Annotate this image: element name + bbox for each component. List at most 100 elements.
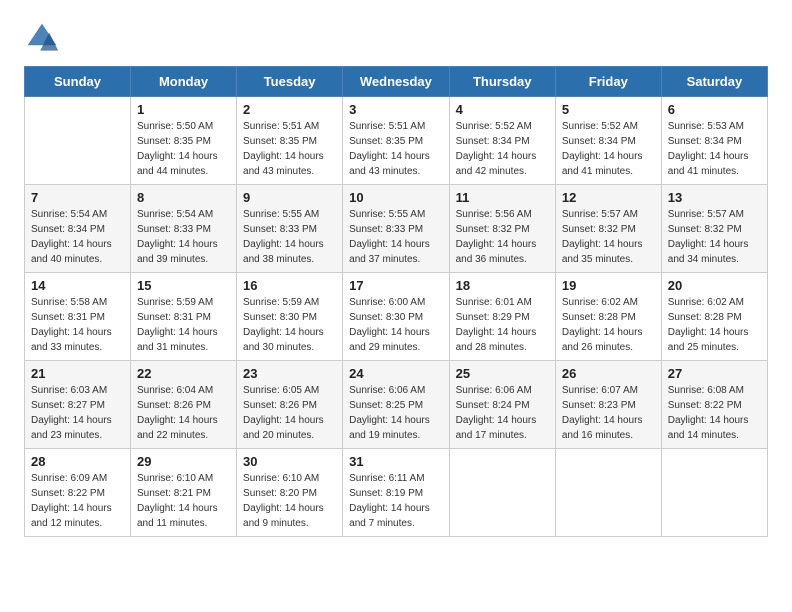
day-cell: 7Sunrise: 5:54 AM Sunset: 8:34 PM Daylig… [25,185,131,273]
day-number: 19 [562,278,655,293]
day-number: 29 [137,454,230,469]
day-info: Sunrise: 6:03 AM Sunset: 8:27 PM Dayligh… [31,383,124,443]
day-number: 2 [243,102,336,117]
day-cell: 6Sunrise: 5:53 AM Sunset: 8:34 PM Daylig… [661,97,767,185]
day-number: 21 [31,366,124,381]
day-cell: 11Sunrise: 5:56 AM Sunset: 8:32 PM Dayli… [449,185,555,273]
weekday-tuesday: Tuesday [237,67,343,97]
day-info: Sunrise: 6:06 AM Sunset: 8:24 PM Dayligh… [456,383,549,443]
day-number: 20 [668,278,761,293]
week-row-5: 28 Sunrise: 6:09 AM Sunset: 8:22 PM Dayli… [25,449,768,537]
day-info: Sunrise: 6:02 AM Sunset: 8:28 PM Dayligh… [668,295,761,355]
day-number: 23 [243,366,336,381]
day-number: 8 [137,190,230,205]
day-cell: 1 Sunrise: 5:50 AM Sunset: 8:35 PM Daylig… [131,97,237,185]
weekday-friday: Friday [555,67,661,97]
day-cell: 10 Sunrise: 5:55 AM Sunset: 8:33 PM Dayli… [343,185,449,273]
day-info: Sunrise: 5:59 AM Sunset: 8:30 PM Dayligh… [243,295,336,355]
day-info: Sunrise: 5:55 AM Sunset: 8:33 PM Dayligh… [243,207,336,267]
day-number: 27 [668,366,761,381]
day-number: 24 [349,366,442,381]
day-number: 14 [31,278,124,293]
day-number: 28 [31,454,124,469]
day-info: Sunrise: 5:55 AM Sunset: 8:33 PM Dayligh… [349,207,442,267]
day-number: 11 [456,190,549,205]
day-cell [25,97,131,185]
day-number: 4 [456,102,549,117]
header [24,20,768,56]
calendar: SundayMondayTuesdayWednesdayThursdayFrid… [24,66,768,537]
weekday-saturday: Saturday [661,67,767,97]
day-info: Sunrise: 6:08 AM Sunset: 8:22 PM Dayligh… [668,383,761,443]
logo [24,20,66,56]
day-number: 16 [243,278,336,293]
day-number: 5 [562,102,655,117]
day-cell: 17 Sunrise: 6:00 AM Sunset: 8:30 PM Dayli… [343,273,449,361]
day-cell: 5Sunrise: 5:52 AM Sunset: 8:34 PM Daylig… [555,97,661,185]
day-info: Sunrise: 5:57 AM Sunset: 8:32 PM Dayligh… [562,207,655,267]
day-info: Sunrise: 5:57 AM Sunset: 8:32 PM Dayligh… [668,207,761,267]
day-cell: 4 Sunrise: 5:52 AM Sunset: 8:34 PM Daylig… [449,97,555,185]
day-cell: 28 Sunrise: 6:09 AM Sunset: 8:22 PM Dayli… [25,449,131,537]
week-row-2: 7Sunrise: 5:54 AM Sunset: 8:34 PM Daylig… [25,185,768,273]
day-info: Sunrise: 5:50 AM Sunset: 8:35 PM Dayligh… [137,119,230,179]
day-info: Sunrise: 5:51 AM Sunset: 8:35 PM Dayligh… [349,119,442,179]
weekday-sunday: Sunday [25,67,131,97]
day-number: 1 [137,102,230,117]
day-number: 17 [349,278,442,293]
day-cell: 22Sunrise: 6:04 AM Sunset: 8:26 PM Dayli… [131,361,237,449]
day-info: Sunrise: 6:01 AM Sunset: 8:29 PM Dayligh… [456,295,549,355]
calendar-body: 1 Sunrise: 5:50 AM Sunset: 8:35 PM Daylig… [25,97,768,537]
day-cell: 2 Sunrise: 5:51 AM Sunset: 8:35 PM Daylig… [237,97,343,185]
day-cell: 31Sunrise: 6:11 AM Sunset: 8:19 PM Dayli… [343,449,449,537]
day-cell: 30Sunrise: 6:10 AM Sunset: 8:20 PM Dayli… [237,449,343,537]
day-cell: 29 Sunrise: 6:10 AM Sunset: 8:21 PM Dayli… [131,449,237,537]
day-cell: 24 Sunrise: 6:06 AM Sunset: 8:25 PM Dayli… [343,361,449,449]
day-cell: 19 Sunrise: 6:02 AM Sunset: 8:28 PM Dayli… [555,273,661,361]
day-info: Sunrise: 6:07 AM Sunset: 8:23 PM Dayligh… [562,383,655,443]
day-cell: 9Sunrise: 5:55 AM Sunset: 8:33 PM Daylig… [237,185,343,273]
logo-icon [24,20,60,56]
weekday-thursday: Thursday [449,67,555,97]
day-number: 13 [668,190,761,205]
day-info: Sunrise: 6:09 AM Sunset: 8:22 PM Dayligh… [31,471,124,531]
weekday-monday: Monday [131,67,237,97]
day-cell: 13 Sunrise: 5:57 AM Sunset: 8:32 PM Dayli… [661,185,767,273]
day-cell: 16 Sunrise: 5:59 AM Sunset: 8:30 PM Dayli… [237,273,343,361]
day-info: Sunrise: 5:51 AM Sunset: 8:35 PM Dayligh… [243,119,336,179]
day-number: 10 [349,190,442,205]
day-info: Sunrise: 5:59 AM Sunset: 8:31 PM Dayligh… [137,295,230,355]
day-number: 15 [137,278,230,293]
day-cell: 8Sunrise: 5:54 AM Sunset: 8:33 PM Daylig… [131,185,237,273]
day-cell: 27 Sunrise: 6:08 AM Sunset: 8:22 PM Dayli… [661,361,767,449]
day-info: Sunrise: 6:02 AM Sunset: 8:28 PM Dayligh… [562,295,655,355]
day-info: Sunrise: 5:52 AM Sunset: 8:34 PM Dayligh… [456,119,549,179]
day-cell [661,449,767,537]
weekday-wednesday: Wednesday [343,67,449,97]
day-info: Sunrise: 6:10 AM Sunset: 8:21 PM Dayligh… [137,471,230,531]
weekday-header: SundayMondayTuesdayWednesdayThursdayFrid… [25,67,768,97]
day-number: 6 [668,102,761,117]
week-row-3: 14Sunrise: 5:58 AM Sunset: 8:31 PM Dayli… [25,273,768,361]
day-cell: 26 Sunrise: 6:07 AM Sunset: 8:23 PM Dayli… [555,361,661,449]
day-cell: 3Sunrise: 5:51 AM Sunset: 8:35 PM Daylig… [343,97,449,185]
day-cell: 15 Sunrise: 5:59 AM Sunset: 8:31 PM Dayli… [131,273,237,361]
day-info: Sunrise: 6:00 AM Sunset: 8:30 PM Dayligh… [349,295,442,355]
day-cell: 12 Sunrise: 5:57 AM Sunset: 8:32 PM Dayli… [555,185,661,273]
day-number: 25 [456,366,549,381]
day-cell [449,449,555,537]
day-cell: 21 Sunrise: 6:03 AM Sunset: 8:27 PM Dayli… [25,361,131,449]
week-row-4: 21 Sunrise: 6:03 AM Sunset: 8:27 PM Dayli… [25,361,768,449]
week-row-1: 1 Sunrise: 5:50 AM Sunset: 8:35 PM Daylig… [25,97,768,185]
day-number: 7 [31,190,124,205]
day-number: 31 [349,454,442,469]
day-info: Sunrise: 6:10 AM Sunset: 8:20 PM Dayligh… [243,471,336,531]
day-cell: 14Sunrise: 5:58 AM Sunset: 8:31 PM Dayli… [25,273,131,361]
day-cell: 23Sunrise: 6:05 AM Sunset: 8:26 PM Dayli… [237,361,343,449]
day-info: Sunrise: 6:06 AM Sunset: 8:25 PM Dayligh… [349,383,442,443]
day-cell: 20 Sunrise: 6:02 AM Sunset: 8:28 PM Dayli… [661,273,767,361]
day-number: 12 [562,190,655,205]
day-cell: 25 Sunrise: 6:06 AM Sunset: 8:24 PM Dayli… [449,361,555,449]
day-number: 26 [562,366,655,381]
day-info: Sunrise: 6:04 AM Sunset: 8:26 PM Dayligh… [137,383,230,443]
